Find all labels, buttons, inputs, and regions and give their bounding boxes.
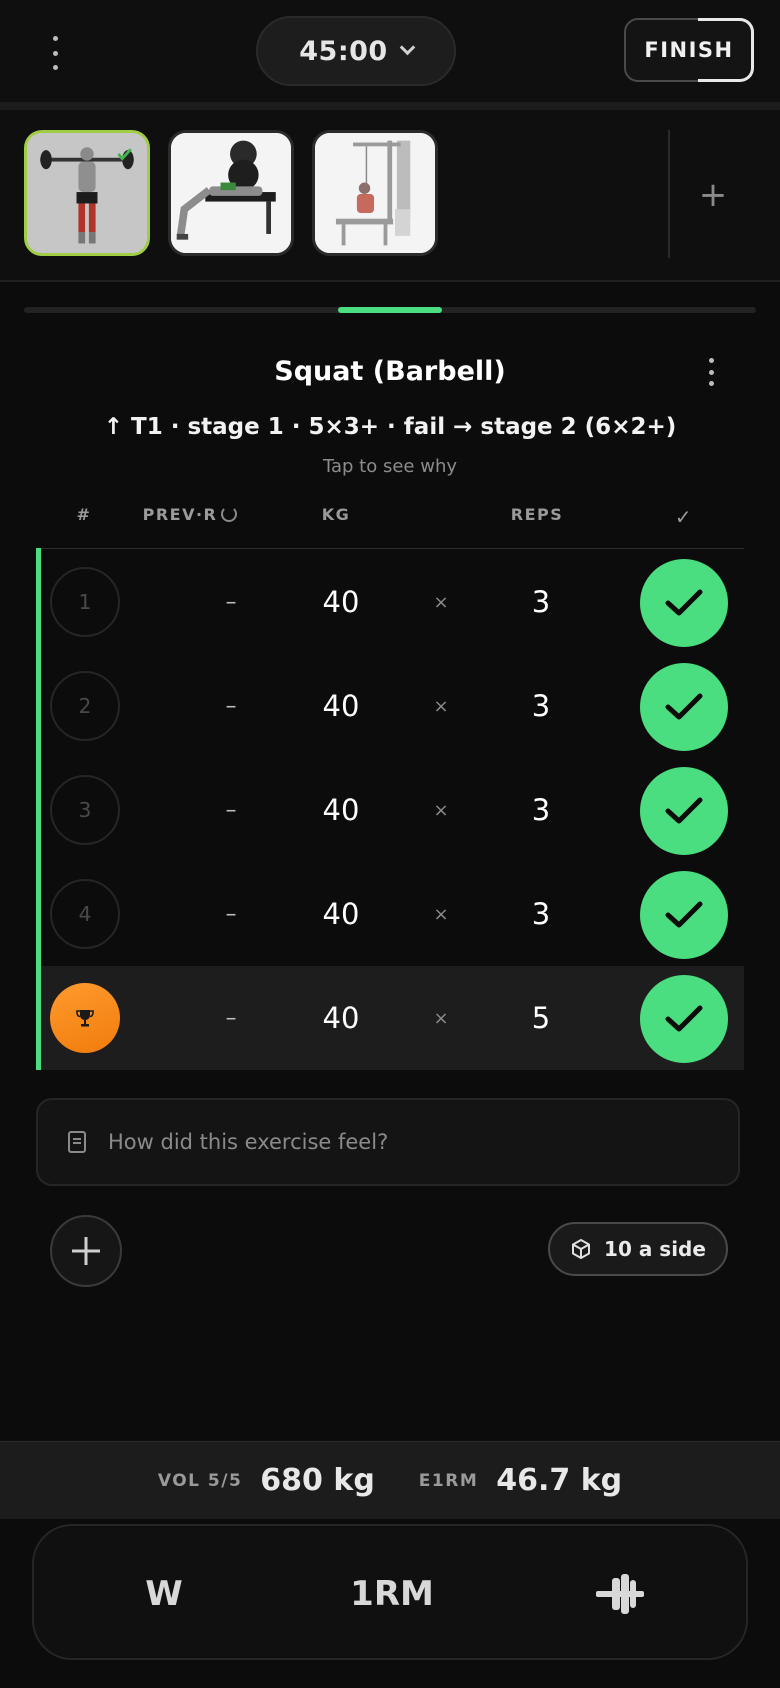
strip-divider (668, 130, 670, 258)
exercise-note-input[interactable]: How did this exercise feel? (36, 1098, 740, 1186)
complete-set-button[interactable] (640, 871, 728, 959)
times-sign: × (433, 1007, 449, 1029)
header-divider (0, 102, 780, 110)
set-row: 2 – 40 × 3 (41, 654, 744, 758)
finish-button[interactable]: FINISH (624, 18, 754, 82)
set-row-pr: – 40 × 5 (41, 966, 744, 1070)
exercise-title[interactable]: Squat (Barbell) (0, 356, 780, 387)
warmup-button[interactable]: W (94, 1526, 234, 1662)
set-number[interactable]: 2 (50, 671, 120, 741)
finish-progress-accent (698, 18, 754, 82)
times-sign: × (433, 591, 449, 613)
squat-barbell-thumbnail[interactable] (24, 130, 150, 256)
plate-loader-button[interactable] (550, 1526, 690, 1662)
column-header-previous[interactable]: PREV·R (130, 505, 250, 524)
strip-divider-bottom (0, 280, 780, 282)
timer-value: 45:00 (299, 35, 388, 67)
times-sign: × (433, 695, 449, 717)
checkmark-icon (665, 901, 703, 928)
weight-input[interactable]: 40 (291, 862, 391, 966)
workout-summary-bar: VOL 5/5 680 kg E1RM 46.7 kg (0, 1441, 780, 1519)
complete-set-button[interactable] (640, 559, 728, 647)
checkmark-icon (665, 797, 703, 824)
set-row: 3 – 40 × 3 (41, 758, 744, 862)
reps-input[interactable]: 3 (491, 654, 591, 758)
weight-input[interactable]: 40 (291, 550, 391, 654)
set-row: 1 – 40 × 3 (41, 550, 744, 654)
bench-press-figure-icon (171, 133, 291, 253)
plate-calculator-button[interactable]: 10 a side (548, 1222, 728, 1276)
refresh-icon (221, 506, 238, 522)
warmup-label: W (145, 1574, 183, 1614)
exercise-options-icon[interactable] (704, 358, 718, 386)
e1rm-label: E1RM (418, 1470, 479, 1491)
amrap-set-badge[interactable] (50, 983, 120, 1053)
previous-value[interactable]: – (181, 758, 281, 862)
note-placeholder: How did this exercise feel? (108, 1130, 389, 1154)
checkmark-icon (665, 1005, 703, 1032)
times-sign: × (433, 903, 449, 925)
plates-label: 10 a side (604, 1237, 706, 1261)
set-row: 4 – 40 × 3 (41, 862, 744, 966)
set-number[interactable]: 3 (50, 775, 120, 845)
previous-value[interactable]: – (181, 654, 281, 758)
one-rep-max-button[interactable]: 1RM (322, 1526, 462, 1662)
previous-value[interactable]: – (181, 966, 281, 1070)
weight-input[interactable]: 40 (291, 654, 391, 758)
set-number[interactable]: 4 (50, 879, 120, 949)
reps-input[interactable]: 5 (491, 966, 591, 1070)
exercise-pager-indicator (338, 307, 442, 313)
workout-timer-button[interactable]: 45:00 (256, 16, 456, 86)
times-sign: × (433, 799, 449, 821)
previous-value[interactable]: – (181, 550, 281, 654)
column-header-check: ✓ (674, 505, 694, 529)
top-bar: 45:00 FINISH (0, 0, 780, 102)
add-exercise-button[interactable]: + (690, 172, 736, 218)
add-set-button[interactable] (50, 1215, 122, 1287)
complete-set-button[interactable] (640, 767, 728, 855)
progression-stage-text[interactable]: ↑ T1 · stage 1 · 5×3+ · fail → stage 2 (… (0, 414, 780, 440)
plus-icon: + (698, 175, 728, 215)
lat-pulldown-figure-icon (315, 133, 435, 253)
trophy-icon (76, 1010, 94, 1027)
weight-input[interactable]: 40 (291, 758, 391, 862)
squat-figure-icon (27, 133, 147, 253)
reps-input[interactable]: 3 (491, 758, 591, 862)
tap-to-see-why-hint[interactable]: Tap to see why (0, 456, 780, 477)
reps-input[interactable]: 3 (491, 862, 591, 966)
exercise-strip: + (0, 110, 780, 280)
note-icon (68, 1131, 86, 1153)
column-header-kg: KG (321, 505, 351, 524)
volume-value: 680 kg (260, 1463, 375, 1498)
previous-value[interactable]: – (181, 862, 281, 966)
volume-label: VOL 5/5 (157, 1470, 243, 1491)
one-rep-max-label: 1RM (350, 1574, 434, 1614)
bottom-toolbar: W 1RM (32, 1524, 748, 1660)
set-number[interactable]: 1 (50, 567, 120, 637)
complete-set-button[interactable] (640, 663, 728, 751)
bench-press-thumbnail[interactable] (168, 130, 294, 256)
weight-input[interactable]: 40 (291, 966, 391, 1070)
column-header-previous-label: PREV·R (142, 505, 218, 524)
complete-set-button[interactable] (640, 975, 728, 1063)
cube-icon (572, 1239, 591, 1259)
column-header-set: # (76, 505, 92, 524)
table-header-divider (38, 548, 744, 549)
more-options-icon[interactable] (46, 36, 64, 70)
column-header-reps: REPS (510, 505, 564, 524)
chevron-down-icon (399, 39, 415, 56)
e1rm-value: 46.7 kg (496, 1463, 623, 1498)
reps-input[interactable]: 3 (491, 550, 591, 654)
lat-pulldown-thumbnail[interactable] (312, 130, 438, 256)
checkmark-icon (665, 589, 703, 616)
dumbbell-icon (596, 1574, 644, 1614)
plus-icon (72, 1237, 100, 1265)
checkmark-icon (665, 693, 703, 720)
